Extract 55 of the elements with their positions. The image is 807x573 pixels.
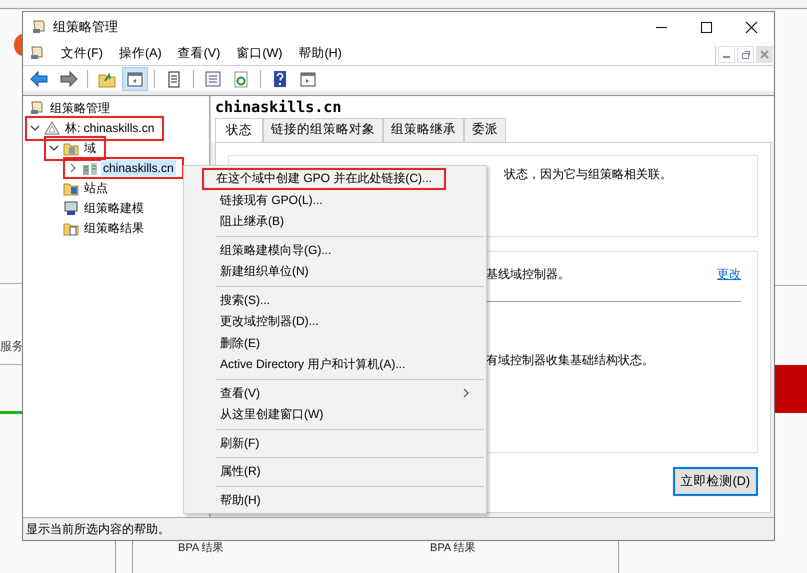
- description-text: 基线域控制器。: [486, 266, 570, 283]
- minimize-icon[interactable]: [718, 46, 735, 63]
- menu-item[interactable]: 帮助(H): [186, 490, 484, 511]
- tree-item[interactable]: 组策略结果: [82, 218, 146, 238]
- menu-item[interactable]: 在这个域中创建 GPO 并在此处链接(C)...: [202, 168, 446, 190]
- menu-item[interactable]: 搜索(S)...: [186, 290, 484, 311]
- progress-line: [0, 411, 22, 414]
- tab[interactable]: 状态: [215, 118, 263, 142]
- tree-item[interactable]: 组策略管理: [48, 98, 112, 118]
- tree-item[interactable]: 域: [82, 138, 98, 158]
- section-label: BPA 结果: [178, 542, 224, 554]
- menu-item[interactable]: 操作(A): [110, 44, 170, 62]
- menu-item[interactable]: 新建组织单位(N): [186, 261, 484, 282]
- menu-item[interactable]: 从这里创建窗口(W): [186, 404, 484, 426]
- restore-icon[interactable]: [737, 46, 754, 63]
- side-label: 服务: [0, 338, 24, 355]
- window-title: 组策略管理: [53, 18, 118, 36]
- menu-item[interactable]: 链接现有 GPO(L)...: [186, 190, 484, 211]
- back-arrow-icon: [30, 68, 50, 88]
- triangle-icon: [44, 120, 60, 136]
- tab[interactable]: 链接的组策略对象: [263, 118, 383, 142]
- menu-item[interactable]: 刷新(F): [186, 432, 484, 454]
- change-link[interactable]: 更改: [717, 266, 741, 283]
- menu-item[interactable]: 查看(V): [186, 382, 484, 404]
- menu-item[interactable]: 组策略建模向导(G)...: [186, 240, 484, 261]
- menu-item[interactable]: 查看(V): [170, 44, 228, 62]
- console-icon: [29, 100, 45, 116]
- detect-button[interactable]: 立即检测(D): [672, 467, 758, 496]
- tab[interactable]: 组策略继承: [383, 118, 464, 142]
- menu-item[interactable]: 更改域控制器(D)...: [186, 311, 484, 332]
- app-icon: [31, 18, 47, 34]
- toolbar-button[interactable]: [122, 66, 148, 90]
- menu-item[interactable]: Active Directory 用户和计算机(A)...: [186, 354, 484, 376]
- tree-item[interactable]: 站点: [82, 178, 110, 198]
- server-icon: [82, 160, 98, 176]
- description-text: 有域控制器收集基础结构状态。: [486, 352, 655, 369]
- forward-arrow-icon: [58, 68, 78, 88]
- list-icon: [203, 68, 223, 88]
- tree-item[interactable]: 林: chinaskills.cn: [63, 118, 156, 138]
- section-label: BPA 结果: [430, 542, 476, 554]
- app-icon: [29, 45, 45, 61]
- menu-item[interactable]: 窗口(W): [228, 44, 290, 62]
- status-bar: 显示当前所选内容的帮助。: [23, 517, 774, 540]
- tree-item[interactable]: chinaskills.cn: [101, 160, 176, 176]
- menu-item[interactable]: 文件(F): [53, 44, 111, 62]
- menu-item[interactable]: 帮助(H): [290, 44, 350, 62]
- tree-item[interactable]: 组策略建模: [82, 198, 146, 218]
- tab[interactable]: 委派: [464, 118, 506, 142]
- alert-banner: [775, 365, 807, 413]
- menu-item[interactable]: 阻止继承(B): [186, 211, 484, 232]
- menu-item[interactable]: 属性(R): [186, 461, 484, 482]
- domain-heading: chinaskills.cn: [211, 96, 774, 118]
- computer-icon: [63, 200, 79, 216]
- menu-item[interactable]: 删除(E): [186, 332, 484, 354]
- description-text: 状态，因为它与组策略相关联。: [504, 167, 672, 181]
